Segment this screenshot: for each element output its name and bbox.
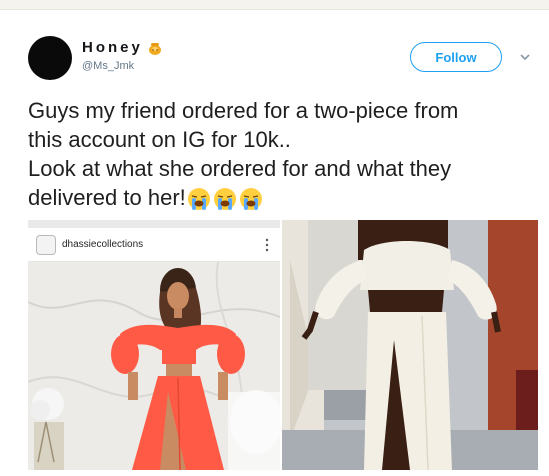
emoji-row [187, 187, 263, 211]
instagram-username: dhassiecollections [62, 239, 144, 250]
crying-face-emoji-icon [213, 188, 236, 211]
tweet-header: Honey @Ms_Jmk Follow [28, 36, 538, 84]
chevron-down-icon[interactable] [518, 50, 532, 64]
follow-button[interactable]: Follow [410, 42, 502, 72]
crying-face-emoji-icon [187, 188, 210, 211]
user-handle[interactable]: @Ms_Jmk [82, 60, 134, 72]
name-row: Honey [82, 39, 163, 56]
honey-pot-icon [148, 42, 161, 55]
avatar[interactable] [28, 36, 72, 80]
media-photo-delivered[interactable] [282, 220, 538, 470]
instagram-avatar [36, 235, 56, 255]
crying-face-emoji-icon [239, 188, 262, 211]
more-options-icon [265, 238, 269, 252]
tweet-text-line: delivered to her! [28, 183, 538, 212]
tweet-text: Guys my friend ordered for a two-piece f… [28, 96, 538, 212]
ordered-outfit-photo [28, 262, 280, 470]
tweet-media[interactable]: dhassiecollections [28, 220, 538, 470]
media-photo-ordered[interactable]: dhassiecollections [28, 220, 280, 470]
tweet-text-line: this account on IG for 10k.. [28, 127, 291, 152]
delivered-outfit-photo [282, 220, 538, 470]
top-strip [0, 0, 549, 10]
tweet-text-line: Guys my friend ordered for a two-piece f… [28, 98, 459, 123]
tweet-text-line-end: delivered to her! [28, 185, 186, 210]
instagram-post: dhassiecollections [28, 228, 280, 470]
instagram-post-header: dhassiecollections [28, 228, 280, 262]
display-name[interactable]: Honey [82, 39, 143, 56]
tweet-text-line: Look at what she ordered for and what th… [28, 156, 452, 181]
